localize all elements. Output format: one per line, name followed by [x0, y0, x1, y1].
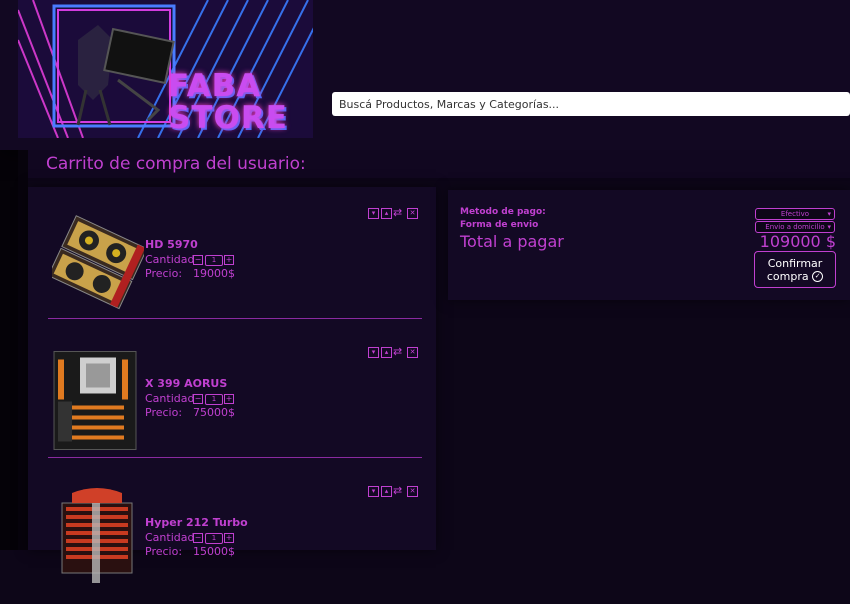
cart-item: ▾ ▴ ⇄ ✕ X 399 AORUS Cantidad − 1 + Preci…: [28, 326, 436, 465]
confirm-label-line2-wrap: compra ✓: [755, 270, 835, 283]
store-banner[interactable]: FABA STORE: [18, 0, 313, 138]
left-edge-inner: [18, 150, 28, 550]
move-down-icon[interactable]: ▾: [368, 486, 379, 497]
swap-icon[interactable]: ⇄: [393, 485, 402, 496]
chevron-down-icon: ▾: [827, 223, 831, 231]
order-summary: Metodo de pago: Efectivo ▾ Forma de envi…: [448, 190, 850, 300]
quantity-value: 1: [205, 394, 223, 405]
store-logo-text: FABA STORE: [168, 70, 288, 134]
increase-quantity-button[interactable]: +: [224, 255, 234, 265]
price-label: Precio:: [145, 406, 183, 419]
quantity-label: Cantidad: [145, 531, 195, 544]
confirm-label-line2: compra: [766, 269, 809, 283]
quantity-value: 1: [205, 533, 223, 544]
item-name: HD 5970: [145, 238, 198, 251]
search-input[interactable]: [332, 92, 850, 116]
price-label: Precio:: [145, 267, 183, 280]
quantity-label: Cantidad: [145, 253, 195, 266]
product-image-motherboard: [53, 351, 137, 450]
decrease-quantity-button[interactable]: −: [193, 394, 203, 404]
item-price: 15000$: [193, 545, 235, 558]
logo-line-1: FABA: [168, 68, 262, 104]
product-image-gpu: [52, 215, 144, 310]
confirm-label-line1: Confirmar: [767, 256, 823, 270]
remove-item-icon[interactable]: ✕: [407, 486, 418, 497]
chevron-down-icon: ▾: [827, 210, 831, 218]
swap-icon[interactable]: ⇄: [393, 346, 402, 357]
quantity-label: Cantidad: [145, 392, 195, 405]
cart-panel: ▾ ▴ ⇄ ✕ HD 5970 Cantidad − 1 + Precio: 1…: [28, 187, 436, 583]
move-down-icon[interactable]: ▾: [368, 208, 379, 219]
item-divider: [48, 457, 422, 458]
item-price: 19000$: [193, 267, 235, 280]
increase-quantity-button[interactable]: +: [224, 394, 234, 404]
item-price: 75000$: [193, 406, 235, 419]
payment-method-select[interactable]: Efectivo ▾: [755, 208, 835, 220]
payment-method-value: Efectivo: [780, 210, 810, 218]
cart-item: ▾ ▴ ⇄ ✕ HD 5970 Cantidad − 1 + Precio: 1…: [28, 187, 436, 326]
decrease-quantity-button[interactable]: −: [193, 533, 203, 543]
payment-method-label: Metodo de pago:: [460, 207, 546, 217]
total-label: Total a pagar: [460, 232, 564, 251]
move-down-icon[interactable]: ▾: [368, 347, 379, 358]
logo-line-2: STORE: [168, 100, 288, 136]
decrease-quantity-button[interactable]: −: [193, 255, 203, 265]
item-name: Hyper 212 Turbo: [145, 516, 248, 529]
total-value: 109000 $: [759, 232, 836, 251]
check-circle-icon: ✓: [812, 271, 824, 282]
product-image-cpu-cooler: [61, 488, 133, 583]
confirm-purchase-button[interactable]: Confirmar compra ✓: [754, 251, 836, 288]
item-divider: [48, 318, 422, 319]
swap-icon[interactable]: ⇄: [393, 207, 402, 218]
shipping-method-label: Forma de envio: [460, 220, 539, 230]
quantity-value: 1: [205, 255, 223, 266]
price-label: Precio:: [145, 545, 183, 558]
move-up-icon[interactable]: ▴: [381, 208, 392, 219]
increase-quantity-button[interactable]: +: [224, 533, 234, 543]
item-name: X 399 AORUS: [145, 377, 228, 390]
page-title: Carrito de compra del usuario:: [46, 154, 306, 174]
remove-item-icon[interactable]: ✕: [407, 347, 418, 358]
cart-item: ▾ ▴ ⇄ ✕ Hyper 212 Turbo Cantidad − 1 + P…: [28, 465, 436, 604]
remove-item-icon[interactable]: ✕: [407, 208, 418, 219]
move-up-icon[interactable]: ▴: [381, 486, 392, 497]
shipping-method-value: Envio a domicilio: [765, 223, 825, 231]
move-up-icon[interactable]: ▴: [381, 347, 392, 358]
